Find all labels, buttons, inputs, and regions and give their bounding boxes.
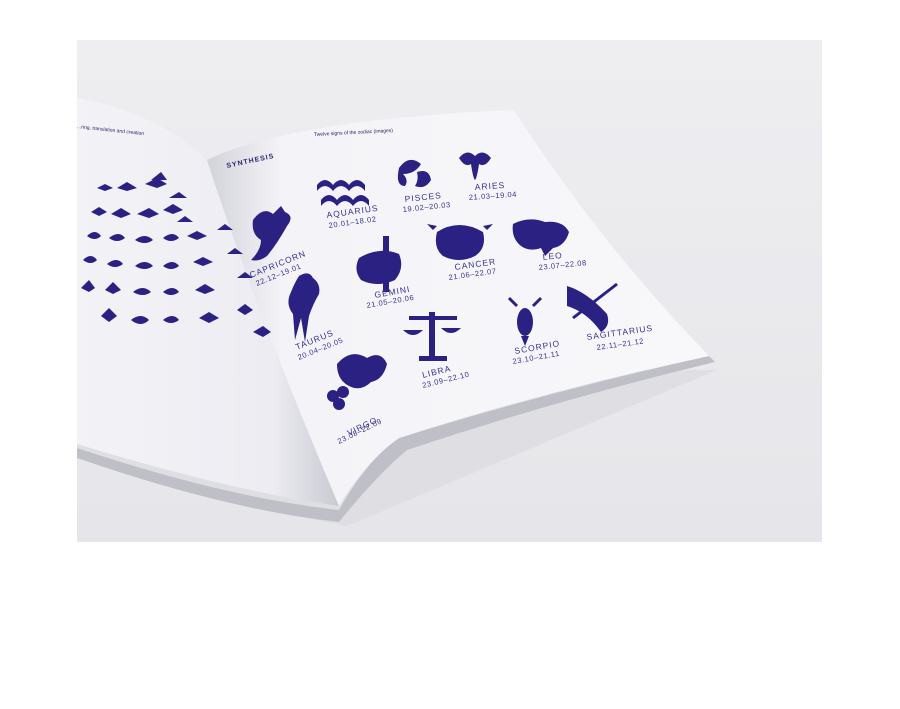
open-book-illustration: ...ring, translation and creation Twelve… (77, 40, 822, 542)
book-photograph: ...ring, translation and creation Twelve… (77, 40, 822, 542)
